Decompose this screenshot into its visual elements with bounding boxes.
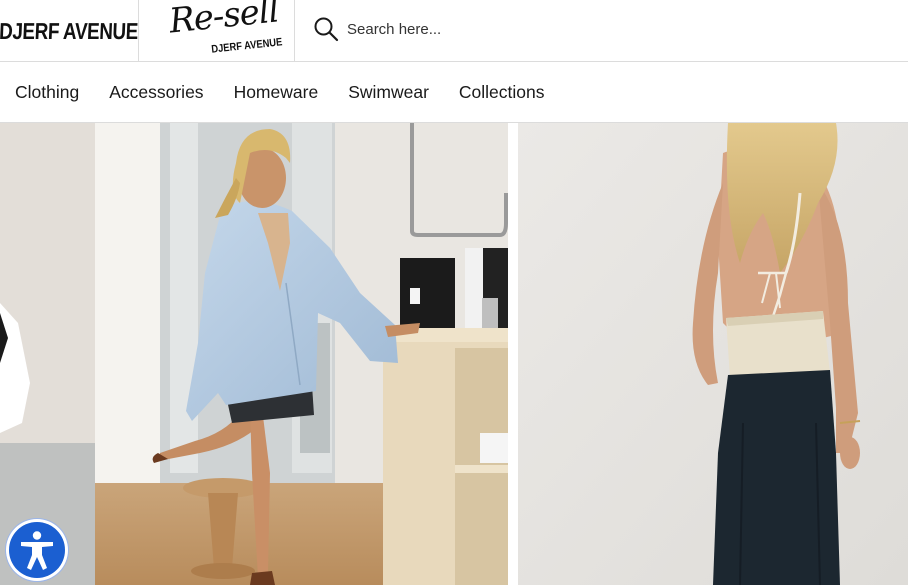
product-image-right[interactable] [518,123,908,585]
search-icon[interactable] [313,16,339,42]
search-input[interactable] [347,20,747,38]
accessibility-icon [21,531,53,570]
nav-item-accessories[interactable]: Accessories [109,82,203,103]
brand-logo[interactable]: DJERF AVENUE [0,0,139,62]
resell-logo-subtitle: DJERF AVENUE [210,36,283,56]
resell-logo-script: Re-sell [167,0,281,42]
product-photo-tie-top [518,123,908,585]
nav-item-collections[interactable]: Collections [459,82,545,103]
nav-item-swimwear[interactable]: Swimwear [348,82,429,103]
site-header: DJERF AVENUE Re-sell DJERF AVENUE [0,0,908,62]
search-bar[interactable] [313,14,873,44]
category-nav: Clothing Accessories Homeware Swimwear C… [0,63,908,123]
product-image-left[interactable] [0,123,508,585]
brand-logo-text: DJERF AVENUE [0,17,139,44]
nav-item-homeware[interactable]: Homeware [234,82,319,103]
nav-item-clothing[interactable]: Clothing [15,82,79,103]
page: DJERF AVENUE Re-sell DJERF AVENUE Clothi… [0,0,908,585]
accessibility-button[interactable] [9,522,65,578]
product-photo-blue-shirt [0,123,508,585]
resell-logo[interactable]: Re-sell DJERF AVENUE [139,0,295,62]
